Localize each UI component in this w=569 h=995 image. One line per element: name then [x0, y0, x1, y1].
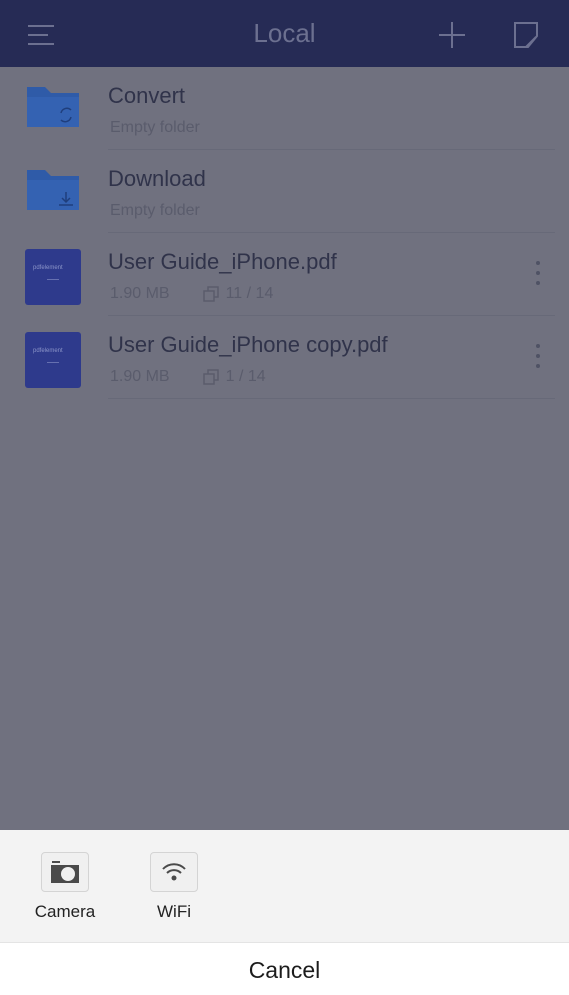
more-options-button[interactable] — [528, 259, 548, 289]
pages-icon — [202, 369, 219, 385]
divider — [108, 398, 555, 399]
list-item-folder[interactable]: Download Empty folder — [0, 150, 569, 233]
file-name: Convert — [108, 83, 186, 108]
more-options-button[interactable] — [528, 342, 548, 372]
wifi-icon — [162, 863, 186, 881]
page-count: 11 / 14 — [225, 285, 274, 302]
camera-label: Camera — [34, 902, 96, 921]
wifi-option[interactable]: WiFi — [129, 852, 219, 922]
page-progress: 11 / 14 — [202, 285, 274, 303]
folder-convert-icon — [25, 83, 81, 139]
file-size: 1.90 MB — [110, 368, 170, 385]
page-count: 1 / 14 — [225, 368, 266, 385]
page-title: Local — [253, 18, 316, 48]
list-item-pdf[interactable]: pdfelement User Guide_iPhone copy.pdf 1.… — [0, 316, 569, 399]
folder-download-icon — [25, 166, 81, 222]
pdf-thumb-brand: pdfelement — [33, 348, 63, 354]
plus-icon — [439, 22, 465, 48]
wifi-label: WiFi — [157, 902, 191, 921]
pdf-thumbnail: pdfelement — [25, 332, 81, 388]
file-name: User Guide_iPhone copy.pdf — [108, 332, 388, 357]
file-subtitle: Empty folder — [110, 202, 200, 219]
file-subtitle: Empty folder — [110, 119, 200, 136]
pdf-thumb-line — [47, 362, 59, 363]
file-list: Convert Empty folder Download Empty fold… — [0, 67, 569, 399]
pages-icon — [202, 286, 219, 302]
file-meta: 1.90 MB 1 / 14 — [110, 368, 266, 386]
camera-icon — [51, 861, 79, 883]
edit-note-icon — [514, 22, 538, 48]
file-meta: 1.90 MB 11 / 14 — [110, 285, 273, 303]
wifi-button[interactable] — [150, 852, 198, 892]
pdf-thumb-line — [47, 279, 59, 280]
edit-button[interactable] — [512, 20, 540, 50]
camera-button[interactable] — [41, 852, 89, 892]
action-sheet: Camera WiFi — [0, 830, 569, 942]
camera-option[interactable]: Camera — [20, 852, 110, 922]
pdf-thumbnail: pdfelement — [25, 249, 81, 305]
file-name: User Guide_iPhone.pdf — [108, 249, 337, 274]
pdf-thumb-brand: pdfelement — [33, 265, 63, 271]
list-item-pdf[interactable]: pdfelement User Guide_iPhone.pdf 1.90 MB… — [0, 233, 569, 316]
file-name: Download — [108, 166, 206, 191]
file-size: 1.90 MB — [110, 285, 170, 302]
navigation-bar: Local — [0, 0, 569, 67]
list-item-folder[interactable]: Convert Empty folder — [0, 67, 569, 150]
cancel-button[interactable]: Cancel — [0, 942, 569, 995]
add-button[interactable] — [437, 20, 467, 50]
page-progress: 1 / 14 — [202, 368, 266, 386]
